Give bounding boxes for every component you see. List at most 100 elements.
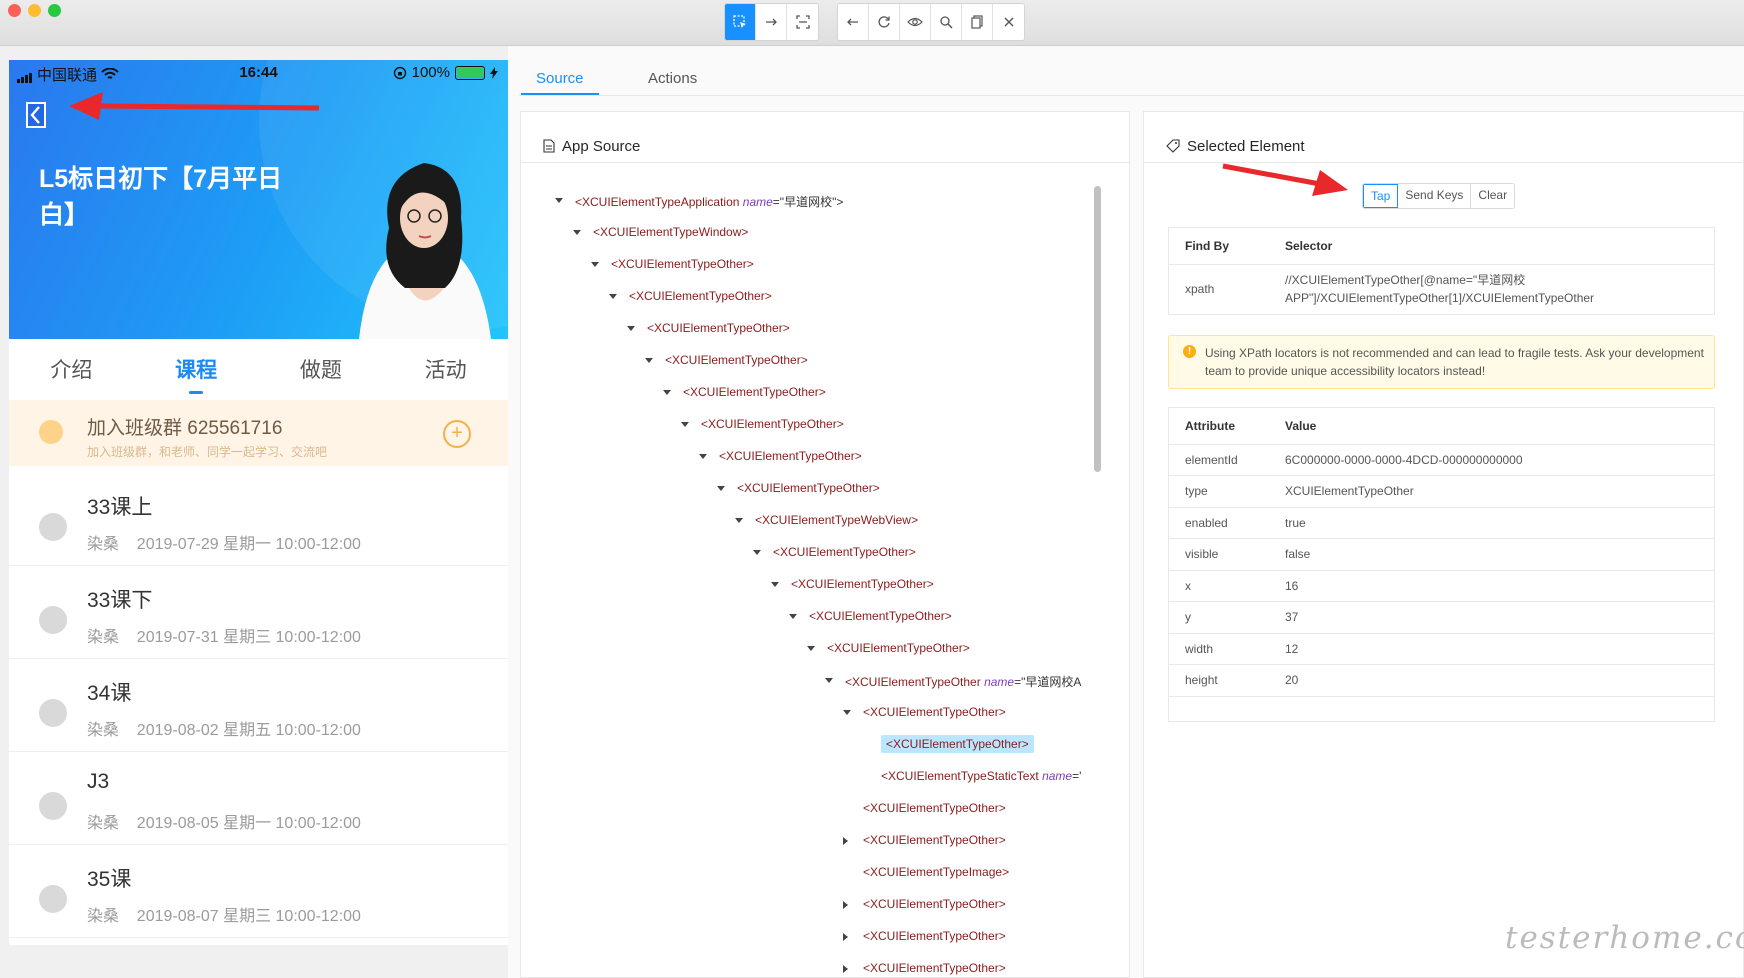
lesson-item[interactable]: 33课上 染桑 2019-07-29 星期一 10:00-12:00: [9, 473, 508, 566]
tree-node[interactable]: <XCUIElementTypeApplication name="早道网校">: [575, 193, 843, 210]
tree-node[interactable]: <XCUIElementTypeOther>: [863, 929, 1006, 943]
tree-node[interactable]: <XCUIElementTypeOther>: [683, 385, 826, 399]
selector-line-2[interactable]: APP"]/XCUIElementTypeOther[1]/XCUIElemen…: [1285, 289, 1698, 307]
node-tag: <XCUIElementTypeOther>: [683, 385, 826, 399]
caret-down-icon[interactable]: [789, 614, 797, 619]
tree-node[interactable]: <XCUIElementTypeImage>: [863, 865, 1009, 879]
caret-right-icon[interactable]: [843, 965, 848, 973]
tree-node[interactable]: <XCUIElementTypeOther>: [629, 289, 772, 303]
caret-down-icon[interactable]: [843, 710, 851, 715]
join-group-row[interactable]: 加入班级群 625561716 加入班级群，和老师、同学一起学习、交流吧 +: [9, 400, 508, 466]
tab-intro[interactable]: 介绍: [40, 354, 102, 384]
attribute-value: 12: [1269, 633, 1714, 665]
quit-session-button[interactable]: [993, 4, 1024, 40]
minimize-window-button[interactable]: [28, 4, 41, 17]
node-tag: <XCUIElementTypeOther>: [773, 545, 916, 559]
tree-node[interactable]: <XCUIElementTypeOther>: [611, 257, 754, 271]
refresh-button[interactable]: [869, 4, 900, 40]
tree-node-selected[interactable]: <XCUIElementTypeOther>: [881, 735, 1034, 753]
caret-down-icon[interactable]: [663, 390, 671, 395]
tree-node[interactable]: <XCUIElementTypeOther>: [665, 353, 808, 367]
tab-actions[interactable]: Actions: [648, 70, 697, 87]
tree-node[interactable]: <XCUIElementTypeOther>: [863, 801, 1006, 815]
copy-xml-button[interactable]: [962, 4, 993, 40]
caret-down-icon[interactable]: [735, 518, 743, 523]
caret-down-icon[interactable]: [771, 582, 779, 587]
tab-source[interactable]: Source: [536, 70, 584, 87]
tree-node[interactable]: <XCUIElementTypeOther>: [863, 705, 1006, 719]
caret-right-icon[interactable]: [843, 837, 848, 845]
tree-node[interactable]: <XCUIElementTypeOther>: [827, 641, 970, 655]
tree-node[interactable]: <XCUIElementTypeOther>: [863, 833, 1006, 847]
lesson-time: 2019-08-02 星期五 10:00-12:00: [136, 722, 361, 739]
tree-node[interactable]: <XCUIElementTypeOther name="早道网校A: [845, 673, 1081, 690]
tree-node[interactable]: <XCUIElementTypeOther>: [647, 321, 790, 335]
attribute-row: enabled true: [1169, 507, 1714, 539]
attribute-row: width 12: [1169, 633, 1714, 665]
node-tag: <XCUIElementTypeOther>: [791, 577, 934, 591]
inspector-action-toolbar: [837, 3, 1025, 41]
caret-down-icon[interactable]: [807, 646, 815, 651]
clear-button[interactable]: Clear: [1471, 184, 1515, 208]
app-source-header: App Source: [521, 112, 1129, 163]
status-right: 100%: [393, 64, 498, 81]
caret-right-icon[interactable]: [843, 933, 848, 941]
device-screenshot[interactable]: 中国联通 16:44 100% L5标日初下【7月平日白】 介绍 课程 做题 活…: [9, 60, 508, 945]
selector-line-1[interactable]: //XCUIElementTypeOther[@name="早道网校: [1285, 271, 1698, 289]
orientation-lock-icon: [393, 66, 406, 79]
tree-node[interactable]: <XCUIElementTypeOther>: [719, 449, 862, 463]
tree-scroll-thumb[interactable]: [1094, 186, 1101, 472]
tree-node[interactable]: <XCUIElementTypeOther>: [791, 577, 934, 591]
search-button[interactable]: [931, 4, 962, 40]
send-keys-button[interactable]: Send Keys: [1398, 184, 1472, 208]
course-title: L5标日初下【7月平日白】: [39, 165, 283, 229]
caret-down-icon[interactable]: [825, 678, 833, 683]
course-tabs: 介绍 课程 做题 活动: [9, 339, 508, 399]
add-group-icon[interactable]: +: [443, 420, 471, 448]
tab-course[interactable]: 课程: [165, 354, 227, 394]
tree-node[interactable]: <XCUIElementTypeWebView>: [755, 513, 918, 527]
tap-button[interactable]: Tap: [1363, 184, 1399, 208]
tree-node[interactable]: <XCUIElementTypeOther>: [863, 897, 1006, 911]
caret-down-icon[interactable]: [627, 326, 635, 331]
caret-down-icon[interactable]: [681, 422, 689, 427]
lesson-item[interactable]: 35课 染桑 2019-08-07 星期三 10:00-12:00: [9, 845, 508, 938]
lesson-item[interactable]: 33课下 染桑 2019-07-31 星期三 10:00-12:00: [9, 566, 508, 659]
node-tag: <XCUIElementTypeWebView>: [755, 513, 918, 527]
caret-down-icon[interactable]: [645, 358, 653, 363]
record-button[interactable]: [900, 4, 931, 40]
group-title: 加入班级群 625561716: [87, 418, 283, 439]
tab-activity[interactable]: 活动: [415, 354, 477, 384]
caret-down-icon[interactable]: [717, 486, 725, 491]
caret-down-icon[interactable]: [609, 294, 617, 299]
caret-down-icon[interactable]: [591, 262, 599, 267]
tap-by-coordinates-button[interactable]: [787, 4, 818, 40]
attribute-name: width: [1169, 633, 1269, 665]
caret-down-icon[interactable]: [753, 550, 761, 555]
swipe-button[interactable]: [756, 4, 787, 40]
tab-exercise[interactable]: 做题: [290, 354, 352, 384]
zoom-window-button[interactable]: [48, 4, 61, 17]
find-by-header: Find By: [1169, 228, 1269, 265]
attribute-value: 6C000000-0000-0000-4DCD-000000000000: [1269, 444, 1714, 476]
select-element-button[interactable]: [725, 4, 756, 40]
lesson-item[interactable]: 34课 染桑 2019-08-02 星期五 10:00-12:00: [9, 659, 508, 752]
tree-node[interactable]: <XCUIElementTypeOther>: [737, 481, 880, 495]
select-cursor-icon: [733, 15, 746, 28]
close-window-button[interactable]: [8, 4, 21, 17]
caret-right-icon[interactable]: [843, 901, 848, 909]
tree-node[interactable]: <XCUIElementTypeWindow>: [593, 225, 748, 239]
lesson-info: 染桑 2019-07-29 星期一 10:00-12:00: [87, 530, 361, 554]
node-tag: <XCUIElementTypeOther>: [701, 417, 844, 431]
tree-node[interactable]: <XCUIElementTypeStaticText name=': [881, 769, 1081, 783]
back-arrow-button[interactable]: [26, 102, 46, 128]
tree-node[interactable]: <XCUIElementTypeOther>: [773, 545, 916, 559]
back-button[interactable]: [838, 4, 869, 40]
caret-down-icon[interactable]: [699, 454, 707, 459]
tree-node[interactable]: <XCUIElementTypeOther>: [701, 417, 844, 431]
caret-down-icon[interactable]: [555, 198, 563, 203]
tree-node[interactable]: <XCUIElementTypeOther>: [809, 609, 952, 623]
lesson-item[interactable]: J3 染桑 2019-08-05 星期一 10:00-12:00: [9, 752, 508, 845]
caret-down-icon[interactable]: [573, 230, 581, 235]
tree-node[interactable]: <XCUIElementTypeOther>: [863, 961, 1006, 975]
